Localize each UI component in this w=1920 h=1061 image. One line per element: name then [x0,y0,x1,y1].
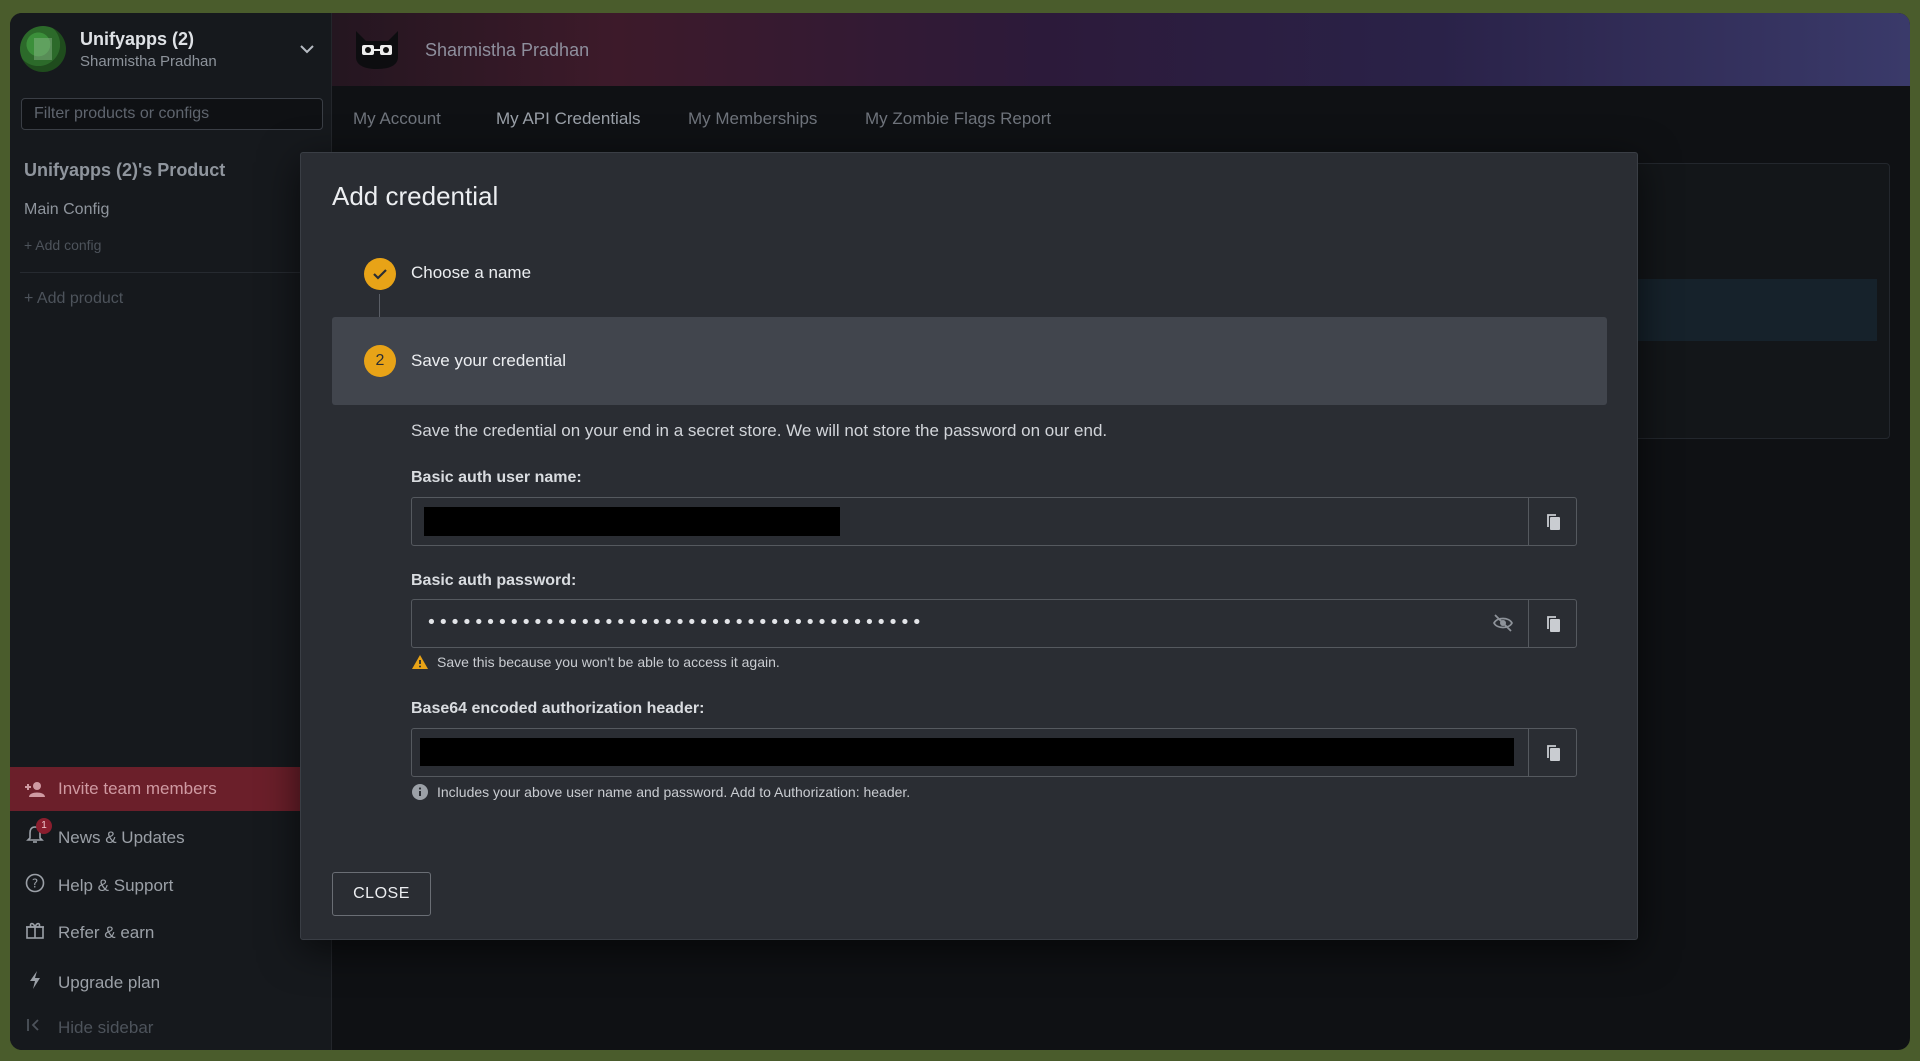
step2-number: 2 [364,345,396,377]
header-user-name: Sharmistha Pradhan [425,40,590,60]
upgrade-label: Upgrade plan [58,972,161,992]
help-icon: ? [24,873,46,898]
app-window: Unifyapps (2) Sharmistha Pradhan Filter … [10,13,1910,1050]
add-config-link[interactable]: + Add config [24,237,101,253]
cat-logo-icon [352,27,402,71]
redacted-username [424,507,840,536]
hide-label: Hide sidebar [58,1017,154,1037]
sidebar-product[interactable]: Unifyapps (2)'s Product [24,160,225,181]
tab-bar: My Account My API Credentials My Members… [332,86,1910,136]
auth-header-label: Base64 encoded authorization header: [411,700,705,717]
tab-my-account[interactable]: My Account [353,109,441,129]
tab-my-memberships[interactable]: My Memberships [688,109,817,129]
step2-label: Save your credential [411,351,566,370]
username-field[interactable] [411,497,1577,546]
sidebar-item-hide[interactable]: Hide sidebar [24,1017,153,1038]
add-credential-dialog: Add credential Choose a name 2 Save your… [300,152,1638,940]
svg-text:?: ? [32,877,38,891]
copy-icon [1546,513,1560,530]
org-name: Unifyapps (2) [80,28,195,49]
password-mask: ••••••••••••••••••••••••••••••••••••••••… [426,612,924,633]
step2-row: 2 Save your credential [332,317,1607,405]
filter-input[interactable]: Filter products or configs [21,98,323,130]
sidebar-item-help[interactable]: ? Help & Support [24,873,173,898]
tab-my-api-credentials[interactable]: My API Credentials [496,109,641,129]
lightning-icon [24,970,46,995]
auth-header-field[interactable] [411,728,1577,777]
close-button[interactable]: CLOSE [332,872,431,916]
help-label: Help & Support [58,875,174,895]
refer-label: Refer & earn [58,922,155,942]
sidebar-item-upgrade[interactable]: Upgrade plan [24,970,160,995]
user-name: Sharmistha Pradhan [80,52,217,70]
step1-label: Choose a name [411,263,532,282]
password-warning-text: Save this because you won't be able to a… [437,654,780,670]
sidebar-item-refer[interactable]: Refer & earn [24,921,154,944]
step-complete-check-icon [364,258,396,290]
username-label: Basic auth user name: [411,469,582,486]
gift-icon [24,921,46,944]
collapse-icon [24,1017,46,1038]
eye-off-icon[interactable] [1492,613,1514,638]
copy-icon [1546,744,1560,761]
avatar [20,26,66,72]
sidebar: Unifyapps (2) Sharmistha Pradhan Filter … [10,13,332,1050]
password-warning: Save this because you won't be able to a… [411,654,780,670]
copy-username-button[interactable] [1528,498,1576,545]
copy-icon [1546,615,1560,632]
account-switcher[interactable]: Unifyapps (2) Sharmistha Pradhan [10,13,332,85]
warning-icon [411,654,429,670]
auth-header-hint: Includes your above user name and passwo… [411,783,910,801]
redacted-auth-header [420,738,1514,766]
invite-label: Invite team members [58,779,217,798]
add-person-icon [24,781,46,797]
news-label: News & Updates [58,827,185,847]
invite-team-button[interactable]: Invite team members [10,767,332,811]
auth-header-hint-text: Includes your above user name and passwo… [437,784,911,800]
notification-badge: 1 [36,818,52,834]
password-label: Basic auth password: [411,572,577,589]
chevron-down-icon[interactable] [300,41,314,57]
add-product-link[interactable]: + Add product [24,290,123,308]
copy-password-button[interactable] [1528,600,1576,647]
sidebar-item-main-config[interactable]: Main Config [24,201,109,219]
info-icon [411,783,429,801]
dialog-title: Add credential [332,181,499,211]
password-field[interactable]: ••••••••••••••••••••••••••••••••••••••••… [411,599,1577,648]
copy-auth-header-button[interactable] [1528,729,1576,776]
tab-my-zombie-flags-report[interactable]: My Zombie Flags Report [865,109,1051,129]
divider [20,272,322,273]
step-description: Save the credential on your end in a sec… [411,421,1108,440]
top-header: Sharmistha Pradhan [332,13,1910,86]
